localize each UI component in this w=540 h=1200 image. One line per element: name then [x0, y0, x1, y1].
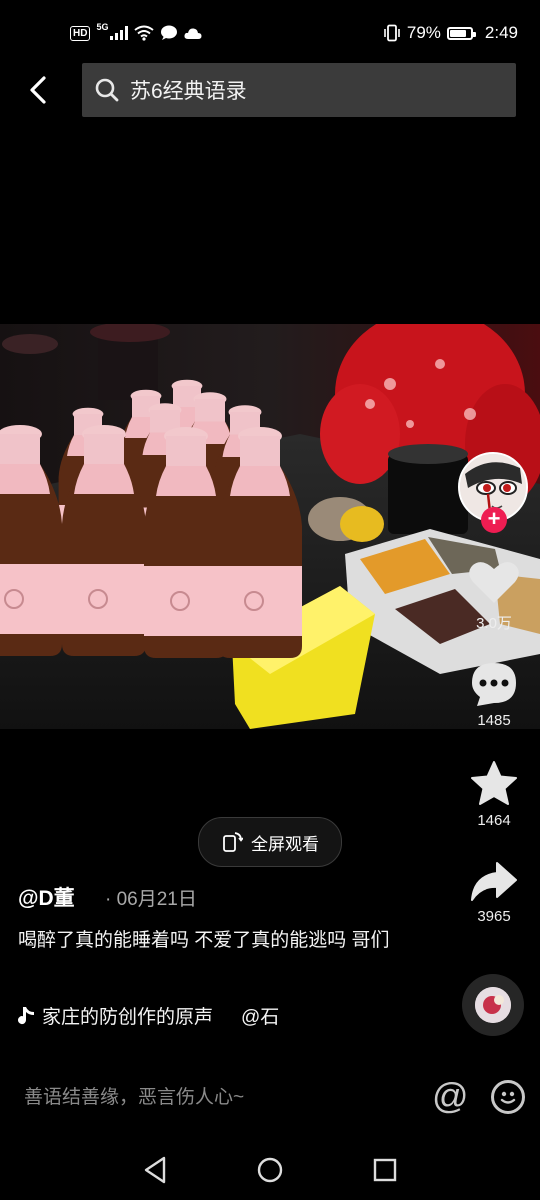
like-button[interactable]: 3.0万: [454, 558, 534, 633]
battery-percent: 79%: [406, 23, 441, 42]
favorite-count: 1464: [477, 812, 511, 829]
like-count: 3.0万: [476, 615, 512, 632]
emoji-icon[interactable]: [491, 1080, 525, 1114]
search-icon: [95, 78, 119, 102]
star-icon: [471, 761, 517, 805]
post-date: · 06月21日: [105, 889, 197, 910]
share-count: 3965: [477, 908, 511, 925]
nav-home-icon[interactable]: [254, 1152, 286, 1188]
share-button[interactable]: 3965: [454, 860, 534, 925]
hd-badge: HD: [70, 25, 91, 41]
comment-button[interactable]: 1485: [454, 660, 534, 729]
back-button[interactable]: [22, 70, 58, 110]
fullscreen-rotate-icon: [223, 832, 243, 852]
follow-button[interactable]: +: [481, 507, 507, 533]
message-icon: [161, 25, 178, 40]
vibrate-icon: [384, 24, 400, 42]
status-left: HD 5G: [70, 22, 202, 44]
comment-count: 1485: [477, 712, 511, 729]
comment-input[interactable]: 善语结善缘，恶言伤人心~: [24, 1082, 244, 1109]
search-box[interactable]: 苏6经典语录: [82, 63, 516, 117]
comment-icon: [472, 663, 516, 706]
wifi-icon: [134, 25, 155, 41]
nav-recents-icon[interactable]: [369, 1152, 401, 1188]
clock: 2:49: [484, 23, 518, 42]
search-query: 苏6经典语录: [130, 80, 247, 103]
signal-icon: [110, 26, 129, 40]
fullscreen-label: 全屏观看: [251, 834, 319, 854]
network-label: 5G: [96, 22, 109, 32]
back-arrow-icon: [30, 76, 46, 104]
music-note-icon: [18, 1006, 34, 1024]
status-right: 79% 2:49: [383, 20, 518, 46]
author-name[interactable]: @D董: [18, 882, 75, 912]
music-mention: @石: [241, 1007, 280, 1028]
share-arrow-icon: [471, 862, 517, 901]
post-caption: 喝醉了真的能睡着吗 不爱了真的能逃吗 哥们: [18, 930, 390, 951]
at-mention-icon[interactable]: @: [432, 1076, 469, 1116]
music-info[interactable]: 家庄的防创作的原声 @石: [18, 1002, 279, 1029]
nav-back-icon[interactable]: [140, 1152, 170, 1188]
battery-icon: [446, 26, 476, 40]
music-disc[interactable]: [462, 974, 524, 1036]
favorite-button[interactable]: 1464: [454, 760, 534, 829]
heart-icon: [469, 562, 519, 603]
music-cover-image: [475, 987, 511, 1023]
fullscreen-button[interactable]: 全屏观看: [198, 817, 342, 867]
cloud-icon: [184, 28, 202, 39]
music-text: 家庄的防创作的原声: [42, 1007, 214, 1028]
